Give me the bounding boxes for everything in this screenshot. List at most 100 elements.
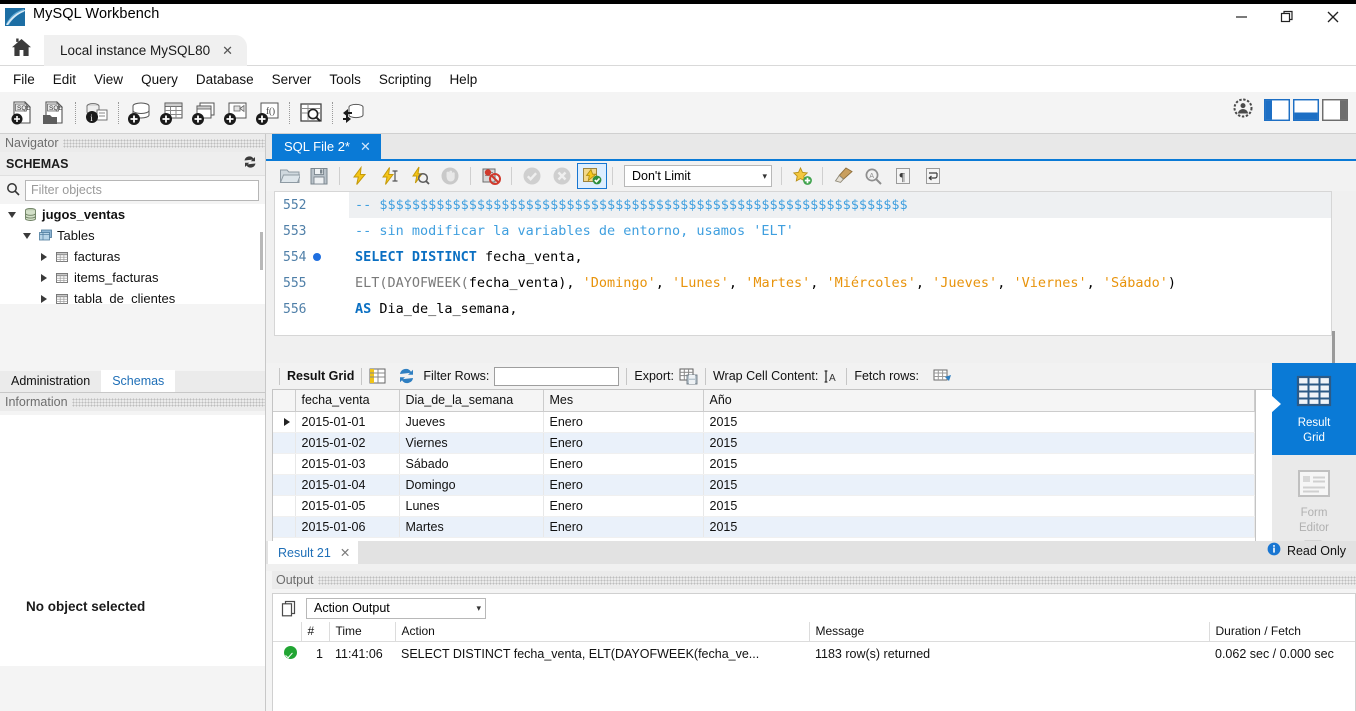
cell-fecha-venta[interactable]: 2015-01-02: [295, 432, 400, 454]
cell-ano[interactable]: 2015: [703, 453, 1255, 475]
cell-dia-de-la-semana[interactable]: Sábado: [399, 453, 544, 475]
chevron-down-icon[interactable]: [19, 232, 35, 239]
sidebar-item-facturas[interactable]: facturas: [0, 246, 265, 267]
sidebar-item-tables[interactable]: Tables: [0, 225, 265, 246]
cell-mes[interactable]: Enero: [543, 474, 704, 496]
table-row[interactable]: 2015-01-04 Domingo Enero 2015: [273, 474, 1255, 496]
cell-dia-de-la-semana[interactable]: Domingo: [399, 474, 544, 496]
cell-fecha-venta[interactable]: 2015-01-03: [295, 453, 400, 475]
home-tab[interactable]: [0, 33, 42, 65]
cell-ano[interactable]: 2015: [703, 516, 1255, 538]
restore-button[interactable]: [1264, 0, 1310, 33]
cell-mes[interactable]: Enero: [543, 453, 704, 475]
search-data-icon[interactable]: [295, 96, 327, 130]
cell-ano[interactable]: 2015: [703, 411, 1255, 433]
open-file-icon[interactable]: [274, 163, 304, 189]
explain-icon[interactable]: [405, 163, 435, 189]
cell-ano[interactable]: 2015: [703, 432, 1255, 454]
table-row[interactable]: 2015-01-01 Jueves Enero 2015: [273, 411, 1255, 433]
beautify-icon[interactable]: [828, 163, 858, 189]
menu-help[interactable]: Help: [440, 69, 486, 90]
cell-mes[interactable]: Enero: [543, 516, 704, 538]
limit-rows-select[interactable]: Don't Limit ▾: [624, 165, 772, 187]
toggle-stop-on-error-icon[interactable]: [476, 163, 506, 189]
column-header-ano[interactable]: Año: [703, 390, 1255, 412]
menu-query[interactable]: Query: [132, 69, 187, 90]
sidebar-item-items-facturas[interactable]: items_facturas: [0, 267, 265, 288]
grid-view-icon[interactable]: [369, 368, 386, 384]
create-procedure-icon[interactable]: [220, 96, 252, 130]
code-line[interactable]: AS Dia_de_la_semana,: [349, 296, 1331, 322]
code-line[interactable]: ELT(DAYOFWEEK(fecha_venta), 'Domingo', '…: [349, 270, 1331, 296]
copy-icon[interactable]: [281, 600, 298, 617]
menu-view[interactable]: View: [85, 69, 132, 90]
cell-ano[interactable]: 2015: [703, 474, 1255, 496]
close-icon[interactable]: ✕: [340, 545, 350, 560]
cell-fecha-venta[interactable]: 2015-01-05: [295, 495, 400, 517]
create-table-icon[interactable]: [156, 96, 188, 130]
wrap-cell-icon[interactable]: A: [824, 369, 839, 384]
result-tab-21[interactable]: Result 21 ✕: [268, 541, 359, 564]
minimize-button[interactable]: [1218, 0, 1264, 33]
column-header-mes[interactable]: Mes: [543, 390, 704, 412]
save-file-icon[interactable]: [304, 163, 334, 189]
chevron-right-icon[interactable]: [36, 252, 52, 261]
output-row[interactable]: 1 11:41:06 SELECT DISTINCT fecha_venta, …: [273, 642, 1355, 666]
cell-mes[interactable]: Enero: [543, 495, 704, 517]
filter-rows-input[interactable]: [494, 366, 620, 386]
menu-database[interactable]: Database: [187, 69, 263, 90]
chevron-down-icon[interactable]: [4, 211, 20, 218]
connection-info-icon[interactable]: i: [81, 96, 113, 130]
code-line[interactable]: SELECT DISTINCT fecha_venta,: [349, 244, 1331, 270]
cell-dia-de-la-semana[interactable]: Jueves: [399, 411, 544, 433]
autocommit-icon[interactable]: [577, 163, 607, 189]
toggle-output-icon[interactable]: [1292, 98, 1320, 121]
close-icon[interactable]: ✕: [360, 139, 371, 155]
code-line[interactable]: -- sin modificar la variables de entorno…: [349, 218, 1331, 244]
menu-scripting[interactable]: Scripting: [370, 69, 441, 90]
cell-dia-de-la-semana[interactable]: Martes: [399, 516, 544, 538]
create-function-icon[interactable]: f(): [252, 96, 284, 130]
column-header-dia-de-la-semana[interactable]: Dia_de_la_semana: [399, 390, 544, 412]
cell-dia-de-la-semana[interactable]: Viernes: [399, 432, 544, 454]
table-row[interactable]: 2015-01-03 Sábado Enero 2015: [273, 453, 1255, 475]
filter-objects-input[interactable]: Filter objects: [25, 179, 259, 201]
execute-current-icon[interactable]: [375, 163, 405, 189]
menu-edit[interactable]: Edit: [44, 69, 85, 90]
toggle-secondary-sidebar-icon[interactable]: [1321, 98, 1349, 121]
fetch-rows-icon[interactable]: [933, 368, 953, 384]
sidebar-item-jugos-ventas[interactable]: jugos_ventas: [0, 204, 265, 225]
cell-mes[interactable]: Enero: [543, 432, 704, 454]
sidebar-item-tabla-de-clientes[interactable]: tabla_de_clientes: [0, 288, 265, 304]
open-sql-script-icon[interactable]: SQL: [38, 96, 70, 130]
cell-fecha-venta[interactable]: 2015-01-06: [295, 516, 400, 538]
tab-administration[interactable]: Administration: [0, 370, 101, 392]
cell-dia-de-la-semana[interactable]: Lunes: [399, 495, 544, 517]
result-grid-view-button[interactable]: Result Grid: [1271, 363, 1356, 455]
cell-ano[interactable]: 2015: [703, 495, 1255, 517]
cell-fecha-venta[interactable]: 2015-01-04: [295, 474, 400, 496]
table-row[interactable]: 2015-01-02 Viernes Enero 2015: [273, 432, 1255, 454]
execute-icon[interactable]: [345, 163, 375, 189]
sql-code-editor[interactable]: 552 553 554 555 556 -- $$$$$$$$$$$$$$$$$…: [274, 191, 1332, 336]
refresh-rows-icon[interactable]: [398, 368, 415, 384]
account-icon[interactable]: [1233, 98, 1253, 121]
find-icon[interactable]: A: [858, 163, 888, 189]
code-line[interactable]: -- $$$$$$$$$$$$$$$$$$$$$$$$$$$$$$$$$$$$$…: [349, 192, 1331, 218]
close-icon[interactable]: ✕: [222, 43, 233, 59]
chevron-right-icon[interactable]: [36, 273, 52, 282]
chevron-right-icon[interactable]: [36, 294, 52, 303]
sql-file-tab[interactable]: SQL File 2* ✕: [272, 134, 381, 159]
reconnect-server-icon[interactable]: [338, 96, 370, 130]
toggle-sidebar-icon[interactable]: [1263, 98, 1291, 121]
code-lines[interactable]: -- $$$$$$$$$$$$$$$$$$$$$$$$$$$$$$$$$$$$$…: [349, 192, 1331, 335]
chevron-down-icon[interactable]: ▾: [476, 603, 481, 614]
menu-tools[interactable]: Tools: [320, 69, 370, 90]
tree-scrollbar[interactable]: [260, 232, 263, 270]
refresh-icon[interactable]: [243, 155, 257, 172]
new-sql-tab-icon[interactable]: SQL: [6, 96, 38, 130]
menu-server[interactable]: Server: [263, 69, 321, 90]
add-snippet-icon[interactable]: [787, 163, 817, 189]
create-view-icon[interactable]: [188, 96, 220, 130]
cell-mes[interactable]: Enero: [543, 411, 704, 433]
